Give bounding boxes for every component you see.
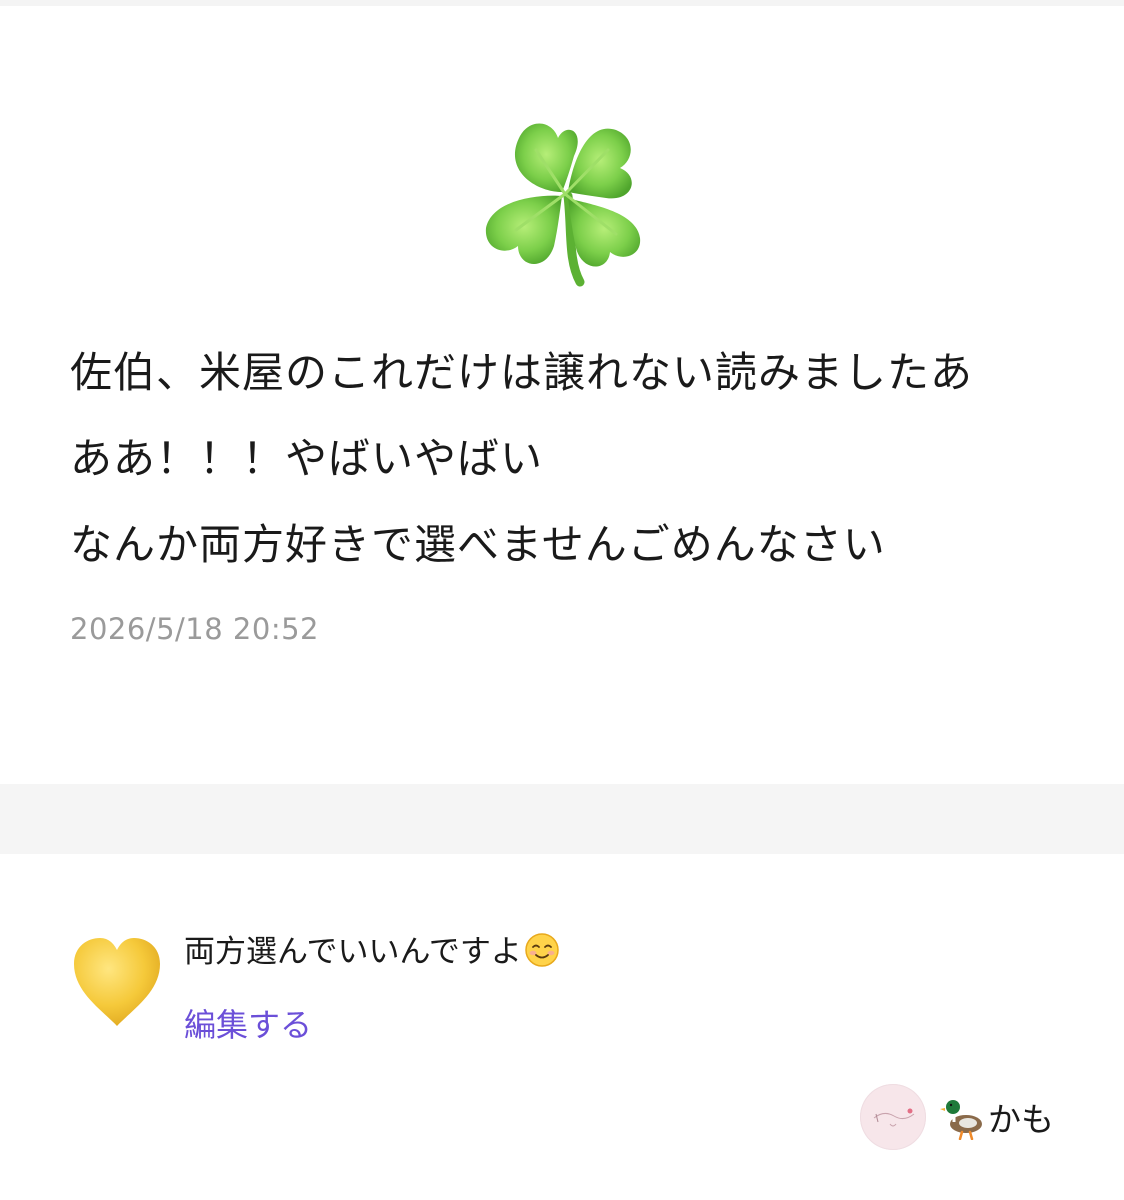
author-info[interactable]: かも: [860, 1082, 1054, 1152]
reply-text: 両方選んでいいんですよ: [184, 928, 560, 976]
message-text: 佐伯、米屋のこれだけは譲れない読みましたあ ああ！！！やばいやばい なんか両方好…: [70, 330, 1080, 588]
timestamp: 2026/5/18 20:52: [70, 612, 319, 646]
author-name: かも: [988, 1100, 1054, 1139]
yellow-heart-icon: [74, 938, 160, 1026]
avatar[interactable]: [860, 1084, 926, 1150]
reply-text-label: 両方選んでいいんですよ: [184, 934, 522, 970]
message-line-1: 佐伯、米屋のこれだけは譲れない読みましたあ: [70, 348, 974, 397]
message-line-2: ああ！！！やばいやばい: [70, 434, 544, 483]
four-leaf-clover-icon: [485, 123, 641, 287]
message-line-3: なんか両方好きで選べませんごめんなさい: [70, 520, 886, 569]
edit-button[interactable]: 編集する: [184, 1000, 312, 1046]
section-divider: [0, 784, 1124, 854]
smiling-face-icon: [525, 933, 559, 967]
avatar-logo-icon: [873, 1108, 915, 1127]
duck-icon: [940, 1100, 982, 1140]
